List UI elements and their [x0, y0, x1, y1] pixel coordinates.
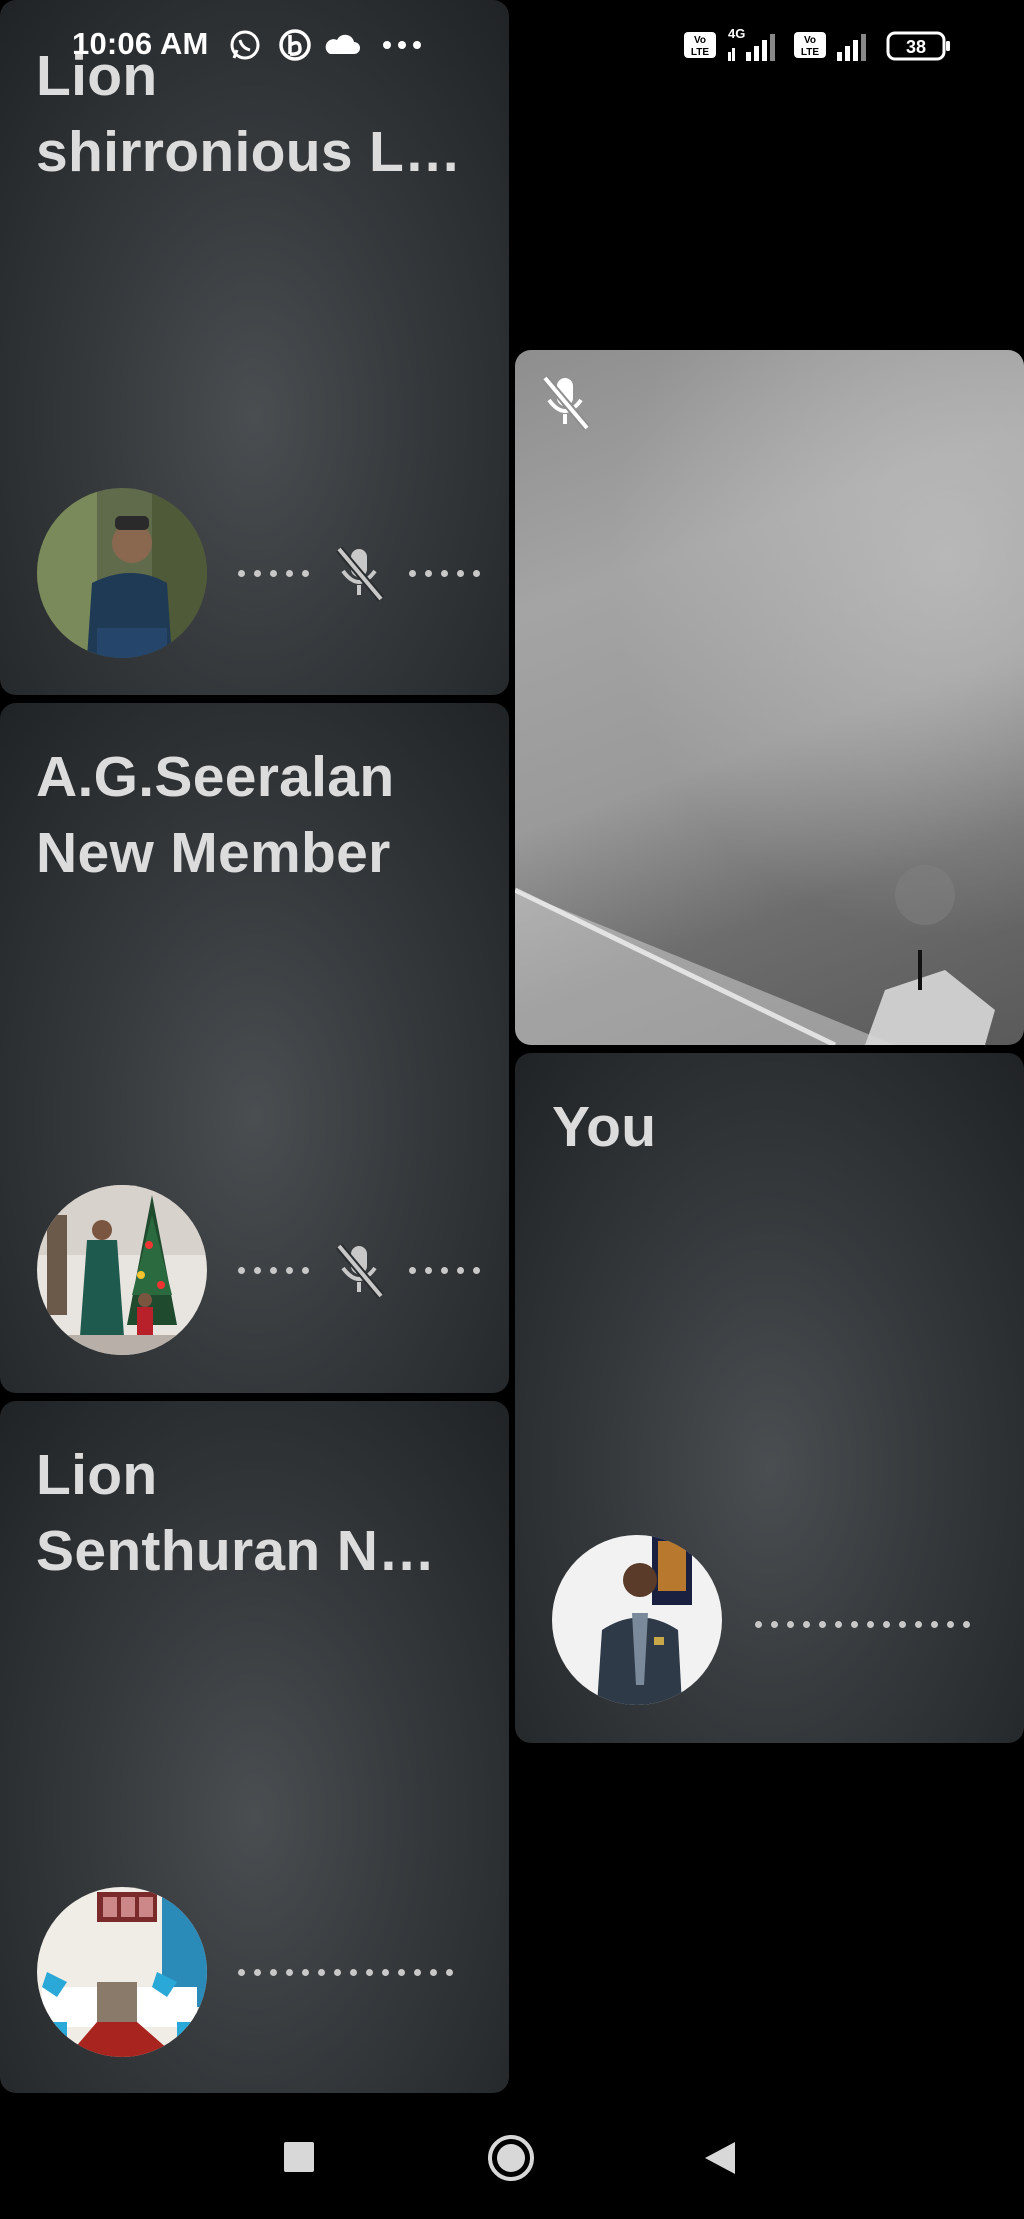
- participant-name: Lion Senthuran N…: [36, 1443, 436, 1583]
- recent-apps-button[interactable]: [284, 2142, 314, 2177]
- volte-icon-2: Vo LTE: [793, 30, 827, 64]
- svg-text:Vo: Vo: [694, 35, 706, 46]
- participant-name: You: [552, 1095, 657, 1159]
- audio-indicator: [238, 1240, 480, 1300]
- participant-name: A.G.Seeralan New Member: [36, 745, 395, 885]
- status-bar: 10:06 AM Vo LTE 4G Vo LTE 38: [0, 0, 1024, 95]
- participant-tile[interactable]: Lion shirronious L…: [0, 0, 509, 695]
- self-tile[interactable]: You: [515, 1053, 1024, 1743]
- status-time: 10:06 AM: [72, 26, 209, 61]
- cloud-icon: [324, 28, 360, 62]
- audio-indicator: [238, 543, 480, 603]
- video-feed-scene: [515, 865, 995, 1045]
- participant-tile[interactable]: A.G.Seeralan New Member: [0, 703, 509, 1393]
- battery-level: 38: [906, 37, 926, 57]
- svg-text:4G: 4G: [728, 26, 745, 41]
- navigation-bar: [0, 2100, 1024, 2219]
- audio-indicator: [238, 1969, 453, 1976]
- mic-muted-icon: [331, 1240, 387, 1300]
- 4g-signal-icon: 4G: [726, 24, 782, 61]
- svg-text:LTE: LTE: [691, 47, 709, 58]
- svg-text:Vo: Vo: [804, 35, 816, 46]
- participant-tile[interactable]: Lion Senthuran N…: [0, 1401, 509, 2093]
- whatsapp-icon: [228, 28, 262, 62]
- signal-icon: [835, 30, 875, 64]
- b-app-icon: [278, 28, 312, 62]
- mic-muted-icon: [331, 543, 387, 603]
- home-button[interactable]: [486, 2133, 536, 2188]
- avatar[interactable]: [552, 1535, 722, 1705]
- battery-icon: 38: [886, 30, 952, 64]
- back-button[interactable]: [703, 2140, 737, 2181]
- audio-indicator: [755, 1621, 970, 1628]
- avatar[interactable]: [37, 1887, 207, 2057]
- avatar[interactable]: [37, 488, 207, 658]
- mic-muted-icon: [537, 372, 593, 437]
- svg-text:LTE: LTE: [801, 47, 819, 58]
- avatar[interactable]: [37, 1185, 207, 1355]
- video-tile[interactable]: [515, 350, 1024, 1045]
- volte-icon: Vo LTE: [683, 30, 717, 64]
- more-dots-icon: [382, 28, 422, 62]
